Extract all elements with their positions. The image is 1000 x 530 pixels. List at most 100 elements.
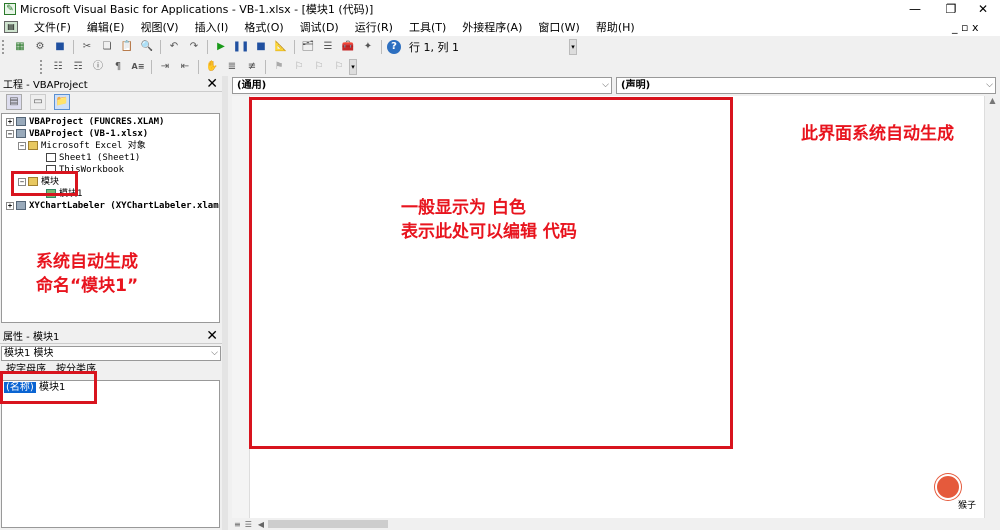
module-highlight-box: [11, 171, 78, 196]
menu-addins[interactable]: 外接程序(A): [454, 19, 530, 35]
insert-module-icon[interactable]: ⚙: [32, 39, 48, 55]
toolbar-separator: [198, 59, 199, 74]
break-icon[interactable]: ❚❚: [233, 39, 250, 55]
close-button[interactable]: ✕: [960, 0, 1000, 18]
menu-tools[interactable]: 工具(T): [401, 19, 454, 35]
clear-bookmarks-icon[interactable]: ⚐: [331, 59, 347, 75]
standard-toolbar: ▦ ⚙ ■ ✂ ❏ 📋 🔍 ↶ ↷ ▶ ❚❚ ■ 📐 🗂 ☰ 🧰 ✦ ? 行 1…: [0, 37, 1000, 56]
chevron-down-icon[interactable]: ⌵: [211, 347, 218, 360]
reset-icon[interactable]: ■: [253, 39, 269, 55]
toolbar-separator: [151, 59, 152, 74]
toolbar-options-icon[interactable]: ▾: [568, 38, 577, 55]
indent-icon[interactable]: ⇥: [157, 59, 173, 75]
annotation-white-area: 一般显示为 白色 表示此处可以编辑 代码: [401, 198, 577, 242]
menu-run[interactable]: 运行(R): [347, 19, 401, 35]
margin-indicator-bar[interactable]: [232, 96, 250, 518]
view-object-icon[interactable]: ▭: [30, 94, 46, 110]
full-module-view-icon[interactable]: ☰: [245, 520, 252, 529]
mdi-controls[interactable]: _ ▫ x: [952, 21, 978, 34]
procedure-dropdown[interactable]: (声明) ⌵: [616, 77, 996, 94]
comment-block-icon[interactable]: ≣: [224, 59, 240, 75]
view-excel-icon[interactable]: ▦: [12, 39, 28, 55]
procedure-view-icon[interactable]: ≡: [234, 520, 241, 529]
quick-info-icon[interactable]: ⓘ: [90, 59, 106, 75]
menu-view[interactable]: 视图(V): [132, 19, 186, 35]
toolbar-separator: [381, 39, 382, 54]
scroll-thumb[interactable]: [268, 520, 389, 528]
annotation-interface-auto: 此界面系统自动生成: [801, 124, 954, 144]
window-title: Microsoft Visual Basic for Applications …: [20, 3, 374, 16]
toggle-folders-icon[interactable]: 📁: [54, 94, 70, 110]
project-icon: [16, 201, 26, 210]
redo-icon[interactable]: ↷: [186, 39, 202, 55]
project-explorer-icon[interactable]: 🗂: [300, 39, 316, 55]
scroll-left-icon[interactable]: ◀: [258, 520, 264, 529]
expand-icon[interactable]: +: [6, 117, 14, 126]
properties-window-icon[interactable]: ☰: [320, 39, 336, 55]
vba-app-icon: ✎: [4, 3, 16, 15]
tree-item-funcres[interactable]: + VBAProject (FUNCRES.XLAM): [6, 116, 164, 128]
find-icon[interactable]: 🔍: [139, 39, 155, 55]
menu-file[interactable]: 文件(F): [26, 19, 79, 35]
tree-item-excel-objects[interactable]: − Microsoft Excel 对象: [18, 140, 146, 152]
tree-item-sheet1[interactable]: Sheet1 (Sheet1): [46, 152, 140, 164]
project-panel-title: 工程 - VBAProject: [3, 80, 88, 91]
view-code-icon[interactable]: ▤: [6, 94, 22, 110]
object-dropdown[interactable]: (通用) ⌵: [232, 77, 612, 94]
menu-format[interactable]: 格式(O): [236, 19, 291, 35]
collapse-icon[interactable]: −: [6, 129, 14, 138]
toolbar-separator: [160, 39, 161, 54]
menu-insert[interactable]: 插入(I): [187, 19, 237, 35]
list-properties-icon[interactable]: ☷: [50, 59, 66, 75]
menu-help[interactable]: 帮助(H): [588, 19, 643, 35]
properties-panel-title: 属性 - 模块1: [3, 332, 60, 343]
design-mode-icon[interactable]: 📐: [273, 39, 289, 55]
toggle-bookmark-icon[interactable]: ⚑: [271, 59, 287, 75]
folder-icon: [28, 141, 38, 150]
annotation-auto-generate: 系统自动生成 命名“模块1”: [36, 252, 139, 296]
save-icon[interactable]: ■: [52, 39, 68, 55]
run-icon[interactable]: ▶: [213, 39, 229, 55]
properties-panel-close-icon[interactable]: ✕: [206, 328, 218, 344]
outdent-icon[interactable]: ⇤: [177, 59, 193, 75]
undo-icon[interactable]: ↶: [166, 39, 182, 55]
tree-item-vb1[interactable]: − VBAProject (VB-1.xlsx): [6, 128, 148, 140]
chevron-down-icon[interactable]: ⌵: [602, 78, 609, 93]
toolbar-separator: [73, 39, 74, 54]
title-bar: ✎ Microsoft Visual Basic for Application…: [0, 0, 1000, 18]
list-constants-icon[interactable]: ☶: [70, 59, 86, 75]
toolbar-grip[interactable]: [2, 39, 6, 54]
cut-icon[interactable]: ✂: [79, 39, 95, 55]
uncomment-block-icon[interactable]: ≢: [244, 59, 260, 75]
excel-view-icon[interactable]: ▤: [4, 21, 18, 33]
menu-edit[interactable]: 编辑(E): [79, 19, 133, 35]
object-select[interactable]: 模块1 模块 ⌵: [1, 346, 221, 361]
toolbox-icon[interactable]: ✦: [360, 39, 376, 55]
help-icon[interactable]: ?: [387, 39, 401, 54]
vertical-scrollbar[interactable]: ▲: [984, 96, 1000, 518]
horizontal-scrollbar[interactable]: ≡ ☰ ◀: [232, 518, 1000, 530]
project-panel-header: 工程 - VBAProject ✕: [0, 76, 222, 92]
toolbar-grip[interactable]: [40, 59, 44, 74]
monkey-logo-icon: [935, 474, 961, 500]
project-panel-close-icon[interactable]: ✕: [206, 76, 218, 92]
tree-item-xychartlabeler[interactable]: + XYChartLabeler (XYChartLabeler.xlam): [6, 200, 219, 212]
toolbar-separator: [265, 59, 266, 74]
toggle-breakpoint-icon[interactable]: ✋: [204, 59, 220, 75]
parameter-info-icon[interactable]: ¶: [110, 59, 126, 75]
chevron-down-icon[interactable]: ⌵: [986, 78, 993, 93]
paste-icon[interactable]: 📋: [119, 39, 135, 55]
project-panel-toolbar: ▤ ▭ 📁: [0, 92, 222, 112]
complete-word-icon[interactable]: A≡: [130, 59, 146, 75]
expand-icon[interactable]: +: [6, 201, 14, 210]
collapse-icon[interactable]: −: [18, 141, 26, 150]
copy-icon[interactable]: ❏: [99, 39, 115, 55]
toolbar-separator: [207, 39, 208, 54]
scroll-up-icon[interactable]: ▲: [985, 96, 1000, 105]
menu-window[interactable]: 窗口(W): [530, 19, 587, 35]
toolbar-options-icon[interactable]: ▾: [349, 58, 357, 75]
object-browser-icon[interactable]: 🧰: [340, 39, 356, 55]
previous-bookmark-icon[interactable]: ⚐: [311, 59, 327, 75]
menu-debug[interactable]: 调试(D): [292, 19, 347, 35]
next-bookmark-icon[interactable]: ⚐: [291, 59, 307, 75]
